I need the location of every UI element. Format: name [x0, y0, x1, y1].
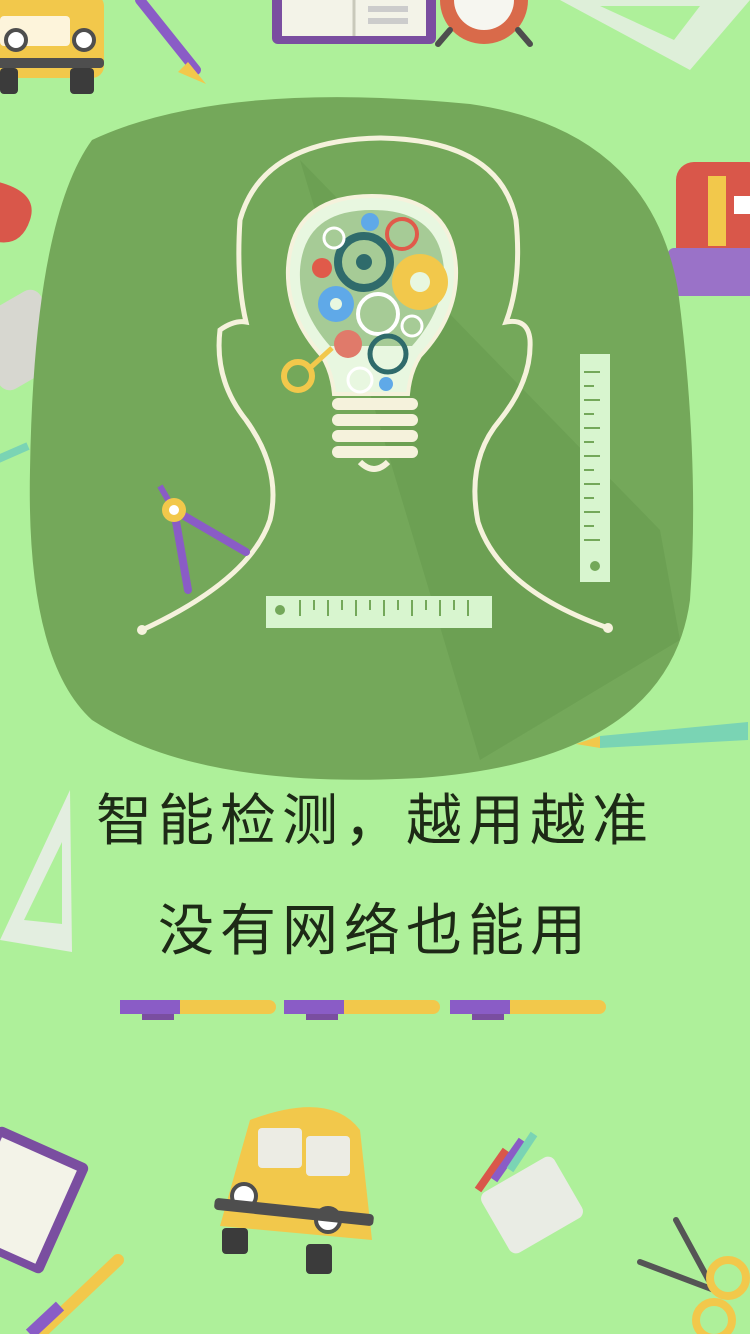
school-bus-icon — [214, 1107, 374, 1274]
alarm-clock-icon — [435, 0, 533, 47]
illustration-scene — [0, 0, 750, 1334]
page-indicator — [120, 994, 610, 1024]
pencil-cup-icon — [474, 1131, 583, 1254]
school-bus-icon — [0, 0, 104, 94]
backpack-icon — [668, 162, 750, 296]
pencil-icon — [25, 1254, 124, 1334]
ruler-icon — [580, 354, 610, 582]
page-indicator-item[interactable] — [120, 994, 280, 1024]
book-icon — [0, 1126, 89, 1274]
headline-secondary: 没有网络也能用 — [158, 899, 592, 964]
headline-primary: 智能检测，越用越准 — [96, 789, 654, 854]
book-icon — [272, 0, 436, 44]
scissors-icon — [637, 1217, 750, 1334]
set-square-icon — [560, 0, 750, 70]
pencil-icon — [135, 0, 206, 84]
page-indicator-item[interactable] — [284, 994, 444, 1024]
page-indicator-item[interactable] — [450, 994, 610, 1024]
ruler-icon — [266, 596, 492, 628]
